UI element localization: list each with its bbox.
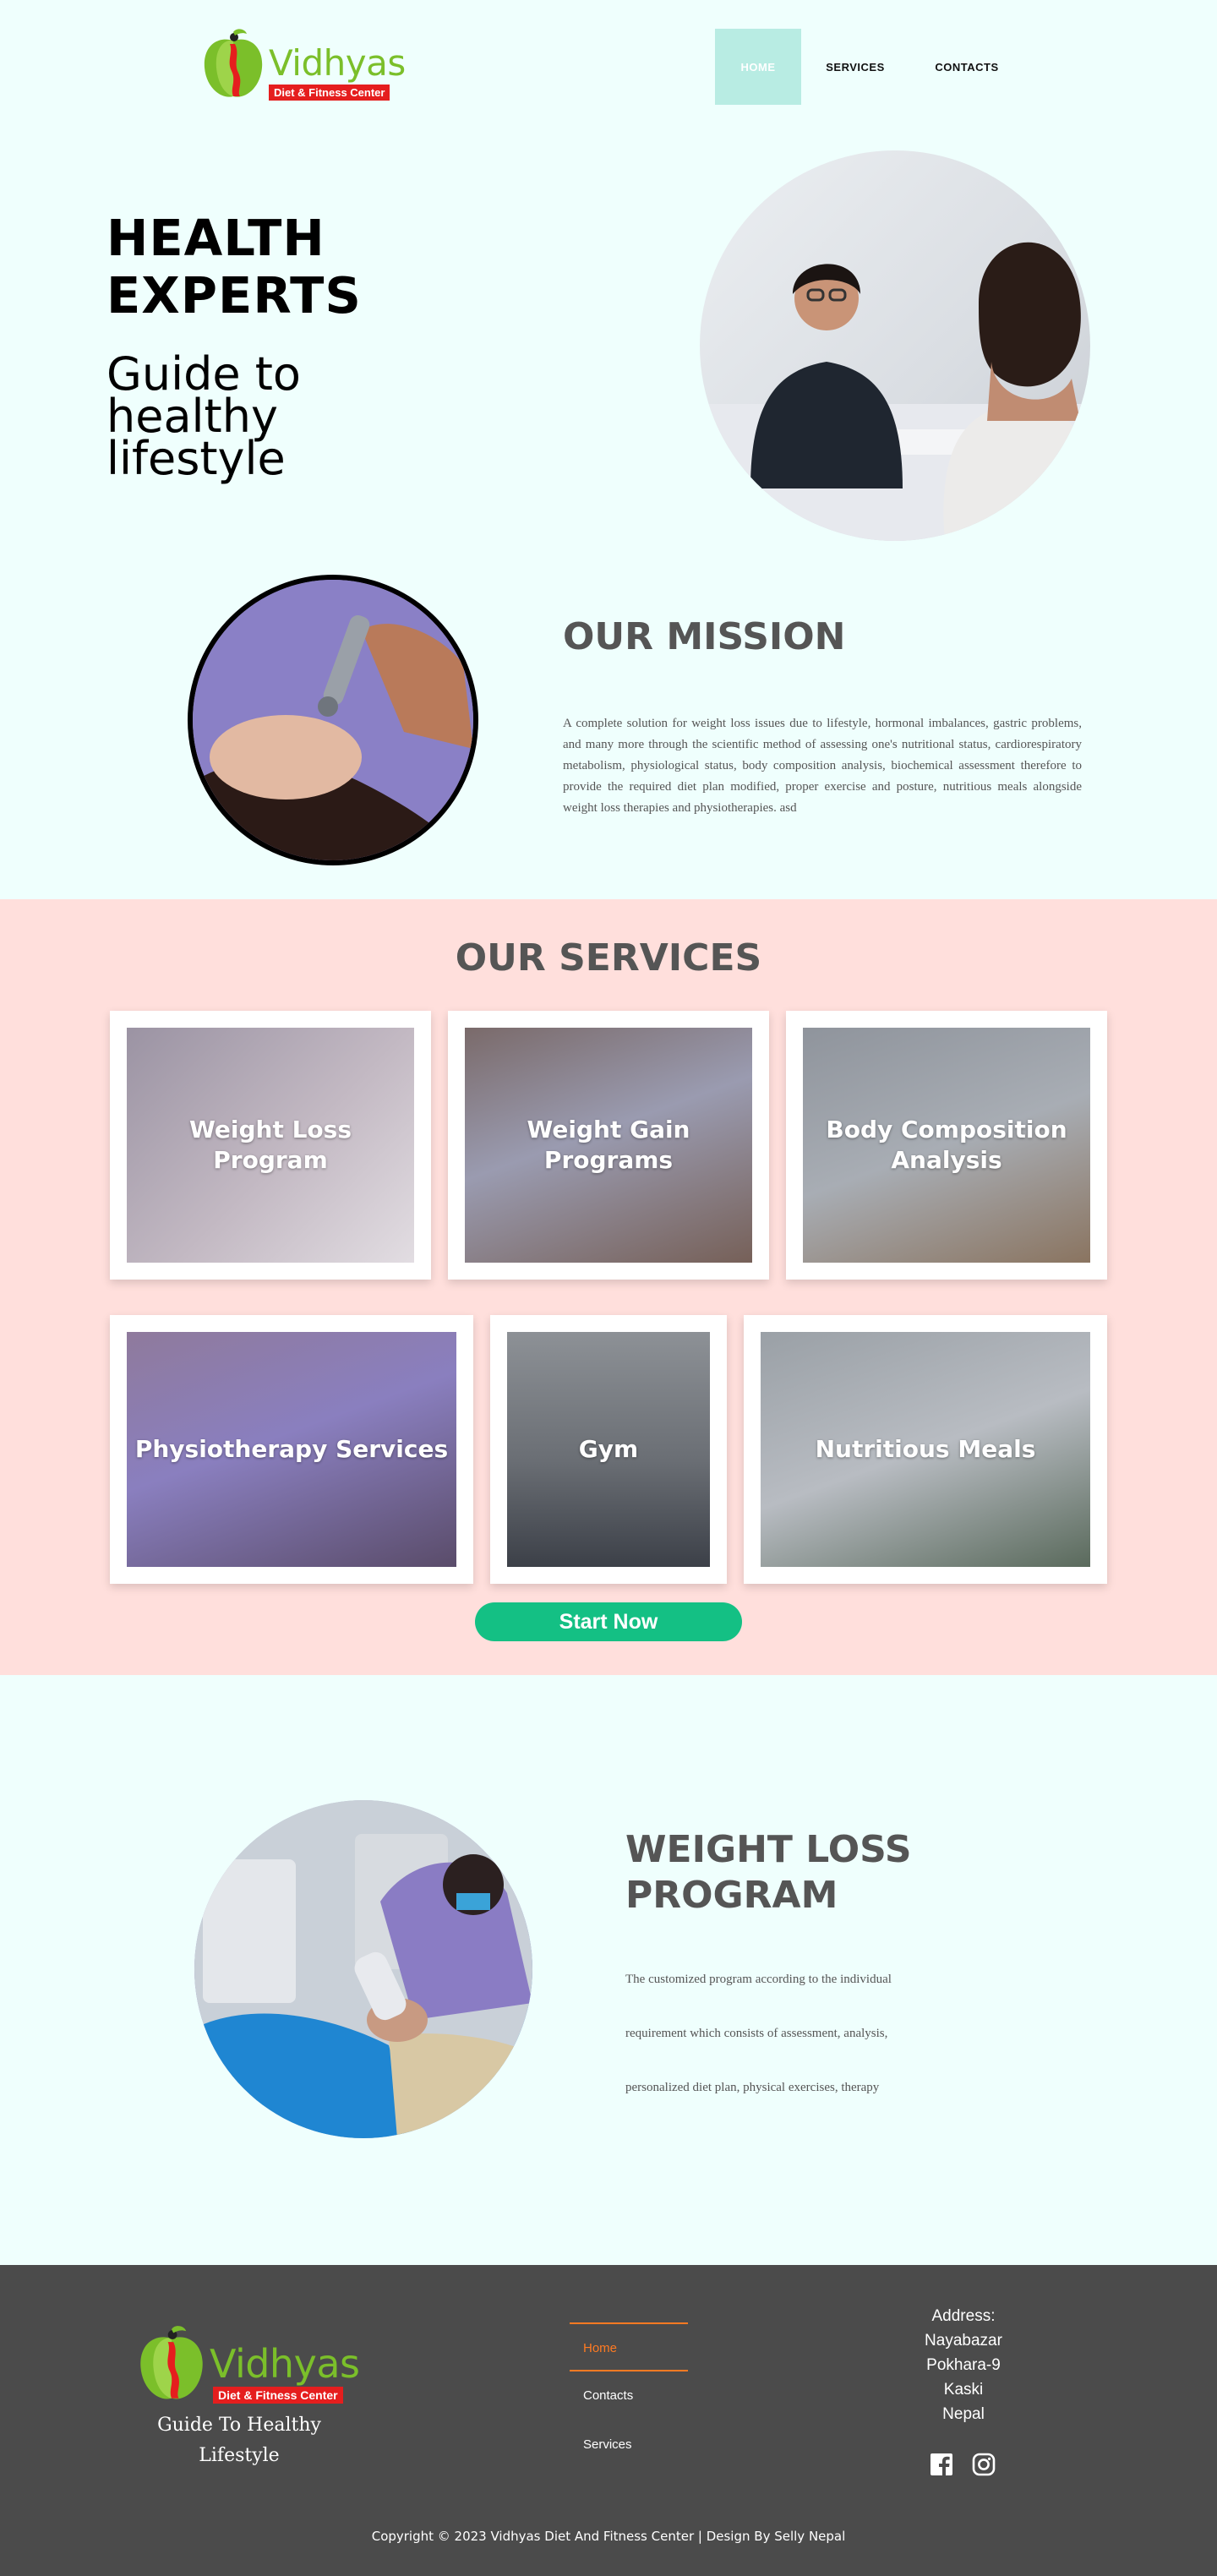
service-card-image: Physiotherapy Services <box>127 1332 456 1567</box>
mission-text: A complete solution for weight loss issu… <box>563 717 1082 815</box>
address-line: Nepal <box>942 2405 985 2423</box>
hero-consultation-photo <box>700 150 1090 541</box>
service-card-weight-gain[interactable]: Weight Gain Programs <box>448 1011 769 1280</box>
footer-brand-logo[interactable]: Vidhyas Diet & Fitness Center <box>135 2322 360 2407</box>
service-card-image: Nutritious Meals <box>761 1332 1090 1567</box>
hero-subtitle: Guide to healthy lifestyle <box>106 347 301 485</box>
service-card-label: Weight Loss Program <box>189 1116 352 1174</box>
weight-loss-title: WEIGHT LOSS PROGRAM <box>625 1828 912 1917</box>
nav-home[interactable]: HOME <box>715 29 801 105</box>
copyright-text: Copyright © 2023 Vidhyas Diet And Fitnes… <box>371 2529 846 2544</box>
service-card-image: Body Composition Analysis <box>803 1028 1090 1263</box>
facebook-icon[interactable] <box>930 2453 953 2476</box>
address-line: Kaski <box>943 2381 984 2399</box>
service-card-image: Weight Gain Programs <box>465 1028 752 1263</box>
brand-tagline: Diet & Fitness Center <box>213 2387 343 2404</box>
service-card-gym[interactable]: Gym <box>490 1315 727 1584</box>
footer-link-services[interactable]: Services <box>570 2420 688 2470</box>
weight-loss-line: requirement which consists of assessment… <box>625 2027 888 2040</box>
service-card-nutritious-meals[interactable]: Nutritious Meals <box>744 1315 1107 1584</box>
apple-figure-icon <box>204 29 263 97</box>
hero-title: HEALTH EXPERTS <box>106 209 362 325</box>
start-now-button[interactable]: Start Now <box>475 1602 742 1641</box>
apple-figure-icon <box>140 2326 203 2399</box>
service-card-label: Nutritious Meals <box>815 1435 1036 1463</box>
service-card-label: Weight Gain Programs <box>527 1116 690 1174</box>
weight-loss-text: The customized program according to the … <box>625 1952 963 2115</box>
brand-logo[interactable]: Vidhyas Diet & Fitness Center <box>199 27 406 103</box>
address-line: Nayabazar <box>925 2332 1002 2350</box>
service-card-label: Physiotherapy Services <box>134 1435 449 1463</box>
site-header: Vidhyas Diet & Fitness Center HOME SERVI… <box>0 0 1217 134</box>
brand-name: Vidhyas <box>210 2341 360 2387</box>
consultation-illustration <box>700 242 1090 541</box>
brand-name: Vidhyas <box>269 42 406 84</box>
weight-loss-photo <box>194 1800 532 2138</box>
footer-link-contacts[interactable]: Contacts <box>570 2371 688 2420</box>
footer-link-home[interactable]: Home <box>570 2322 688 2371</box>
service-card-label: Body Composition Analysis <box>826 1116 1067 1174</box>
services-section: OUR SERVICES Weight Loss Program Weight … <box>0 899 1217 1675</box>
service-card-image: Gym <box>507 1332 710 1567</box>
nav-contacts[interactable]: CONTACTS <box>909 29 1024 105</box>
social-links <box>930 2453 996 2476</box>
service-card-body-composition[interactable]: Body Composition Analysis <box>786 1011 1107 1280</box>
main-nav: HOME SERVICES CONTACTS <box>715 29 1024 105</box>
weight-loss-line: The customized program according to the … <box>625 1973 892 1986</box>
services-title: OUR SERVICES <box>455 936 762 980</box>
instagram-icon[interactable] <box>972 2453 996 2476</box>
footer-address: Address: Nayabazar Pokhara-9 Kaski Nepal <box>896 2304 1031 2426</box>
therapy-illustration <box>193 580 473 860</box>
weight-loss-line: personalized diet plan, physical exercis… <box>625 2081 880 2094</box>
mission-therapy-photo <box>188 575 478 865</box>
nav-services[interactable]: SERVICES <box>801 29 909 105</box>
weight-loss-illustration <box>194 1800 532 2138</box>
service-card-image: Weight Loss Program <box>127 1028 414 1263</box>
address-line: Pokhara-9 <box>926 2356 1001 2374</box>
footer-tagline: Guide To Healthy Lifestyle <box>157 2415 321 2466</box>
mission-title: OUR MISSION <box>563 615 846 658</box>
service-card-physiotherapy[interactable]: Physiotherapy Services <box>110 1315 473 1584</box>
brand-tagline: Diet & Fitness Center <box>269 85 390 101</box>
footer-nav: Home Contacts Services <box>570 2322 688 2470</box>
site-footer: Vidhyas Diet & Fitness Center Guide To H… <box>0 2265 1217 2576</box>
service-card-weight-loss[interactable]: Weight Loss Program <box>110 1011 431 1280</box>
service-card-label: Gym <box>578 1435 639 1463</box>
address-label: Address: <box>931 2307 996 2325</box>
